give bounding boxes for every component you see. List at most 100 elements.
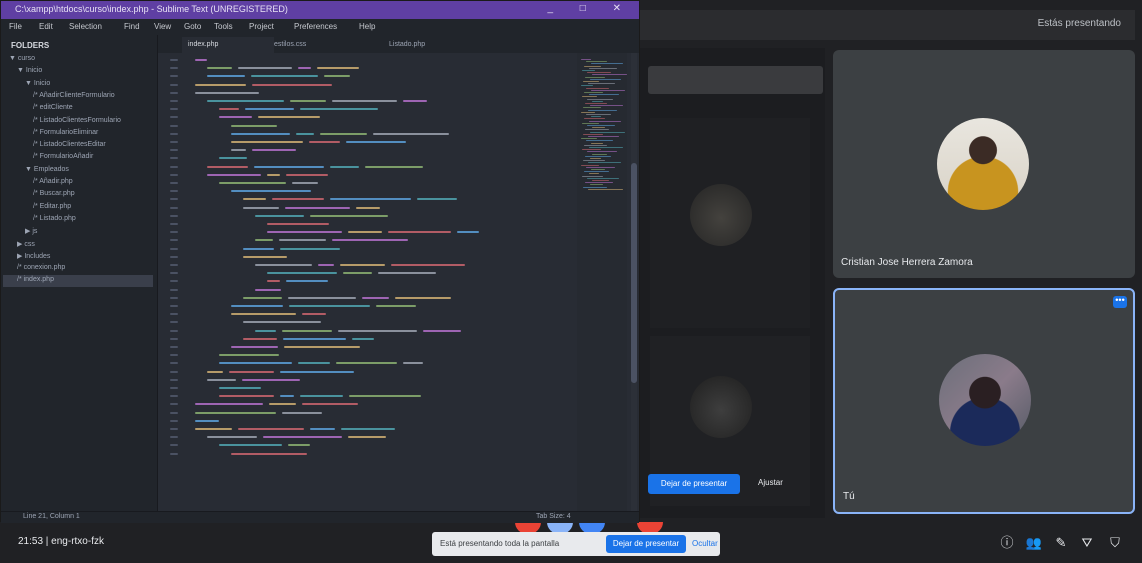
code-token	[343, 272, 372, 275]
minimap[interactable]	[577, 53, 627, 511]
line-number	[170, 419, 178, 422]
minimap-line	[589, 173, 599, 175]
minimap-line	[590, 158, 601, 159]
activities-icon[interactable]: ⛛	[1078, 534, 1096, 552]
minimap-line	[588, 83, 615, 85]
code-token	[255, 239, 273, 242]
code-token	[318, 264, 334, 266]
tree-item[interactable]: /* Buscar.php	[33, 190, 75, 201]
tree-item[interactable]: ▼ Inicio	[25, 80, 50, 91]
code-token	[332, 100, 397, 102]
tree-item[interactable]: ▼ curso	[9, 55, 35, 66]
code-token	[336, 362, 397, 365]
menu-item-project[interactable]: Project	[249, 22, 274, 31]
menu-item-goto[interactable]: Goto	[184, 22, 201, 31]
tree-item[interactable]: /* FormularioAñadir	[33, 153, 93, 164]
code-token	[403, 100, 427, 102]
code-token	[272, 198, 324, 201]
line-number	[170, 305, 178, 307]
shield-icon[interactable]: ⛉	[1106, 534, 1124, 552]
meeting-info: 21:53 | eng-rtxo-fzk	[18, 536, 104, 547]
menu-item-help[interactable]: Help	[359, 22, 375, 31]
tree-item[interactable]: ▼ Inicio	[17, 67, 42, 78]
menu-item-preferences[interactable]: Preferences	[294, 22, 337, 31]
code-token	[238, 67, 292, 70]
line-number	[170, 231, 178, 234]
minimap-line	[589, 120, 621, 122]
tree-item[interactable]: /* index.php	[17, 276, 54, 287]
tab-size[interactable]: Tab Size: 4	[536, 513, 571, 520]
minimap-line	[581, 59, 591, 60]
code-area[interactable]	[187, 53, 577, 511]
code-token	[403, 362, 423, 365]
code-token	[267, 231, 342, 234]
tree-item[interactable]: /* ListadoClientesEditar	[33, 141, 106, 152]
code-token	[285, 206, 350, 209]
line-number	[170, 59, 178, 61]
minimap-line	[582, 149, 601, 151]
code-token	[255, 329, 276, 332]
tab-listado[interactable]: Listado.php	[383, 37, 495, 53]
tree-item[interactable]: /* Listado.php	[33, 215, 76, 226]
minimap-line	[583, 81, 599, 82]
code-token	[231, 190, 311, 193]
menu-item-selection[interactable]: Selection	[69, 22, 102, 31]
tree-item[interactable]: /* Añadir.php	[33, 178, 73, 189]
shared-label: Ajustar	[758, 478, 783, 487]
participant-tile-self[interactable]: ••• Tú	[833, 288, 1135, 514]
menu-item-edit[interactable]: Edit	[39, 22, 53, 31]
title-bar[interactable]: C:\xampp\htdocs\curso\index.php - Sublim…	[1, 1, 639, 19]
more-options-icon[interactable]: •••	[1113, 296, 1127, 308]
info-icon[interactable]: ⓘ	[998, 534, 1016, 552]
menu-item-find[interactable]: Find	[124, 22, 140, 31]
code-token	[346, 141, 406, 143]
code-token	[242, 378, 300, 381]
stop-presenting-button[interactable]: Dejar de presentar	[606, 535, 686, 553]
tree-item[interactable]: /* ListadoClientesFormulario	[33, 117, 121, 128]
tree-item[interactable]: /* conexion.php	[17, 264, 65, 275]
code-token	[219, 116, 252, 119]
minimap-line	[587, 98, 613, 100]
shared-avatar	[690, 184, 752, 246]
code-token	[195, 59, 207, 61]
hide-button[interactable]: Ocultar	[692, 539, 718, 548]
menu-item-view[interactable]: View	[154, 22, 171, 31]
menu-item-file[interactable]: File	[9, 22, 22, 31]
line-number	[170, 206, 178, 209]
code-editor-window: C:\xampp\htdocs\curso\index.php - Sublim…	[0, 0, 640, 523]
code-token	[195, 403, 263, 406]
people-icon[interactable]: 👥	[1025, 534, 1043, 552]
minimap-line	[589, 94, 619, 96]
share-toast: Está presentando toda la pantalla Dejar …	[432, 532, 720, 556]
participant-tile[interactable]: Cristian Jose Herrera Zamora	[833, 50, 1135, 278]
menu-item-tools[interactable]: Tools	[214, 22, 233, 31]
tree-item[interactable]: /* editCliente	[33, 104, 73, 115]
tree-item[interactable]: /* FormularioEliminar	[33, 129, 98, 140]
code-token	[286, 280, 328, 283]
minimap-line	[584, 171, 609, 173]
line-number	[170, 255, 178, 258]
code-token	[279, 239, 326, 242]
line-number	[170, 370, 178, 373]
minimap-line	[589, 67, 617, 69]
tree-item[interactable]: /* Editar.php	[33, 203, 71, 214]
tab-estilos[interactable]: estilos.css	[268, 37, 370, 53]
tree-item[interactable]: ▶ js	[25, 227, 37, 238]
code-token	[243, 296, 282, 299]
tab-index[interactable]: index.php	[182, 37, 274, 53]
tree-item[interactable]: /* AñadirClienteFormulario	[33, 92, 115, 103]
scrollbar[interactable]	[631, 53, 637, 511]
window-controls[interactable]: _ □ ✕	[547, 3, 633, 14]
minimap-line	[590, 184, 603, 186]
code-token	[280, 395, 294, 398]
line-number	[170, 198, 178, 201]
tree-item[interactable]: ▶ css	[17, 240, 35, 251]
tree-item[interactable]: ▼ Empleados	[25, 166, 69, 177]
tree-item[interactable]: ▶ Includes	[17, 252, 50, 263]
toast-text: Está presentando toda la pantalla	[440, 539, 560, 548]
minimap-line	[587, 177, 619, 179]
minimap-line	[586, 140, 613, 142]
code-token	[219, 157, 247, 160]
scrollbar-thumb[interactable]	[631, 163, 637, 383]
chat-icon[interactable]: ✎	[1052, 534, 1070, 552]
